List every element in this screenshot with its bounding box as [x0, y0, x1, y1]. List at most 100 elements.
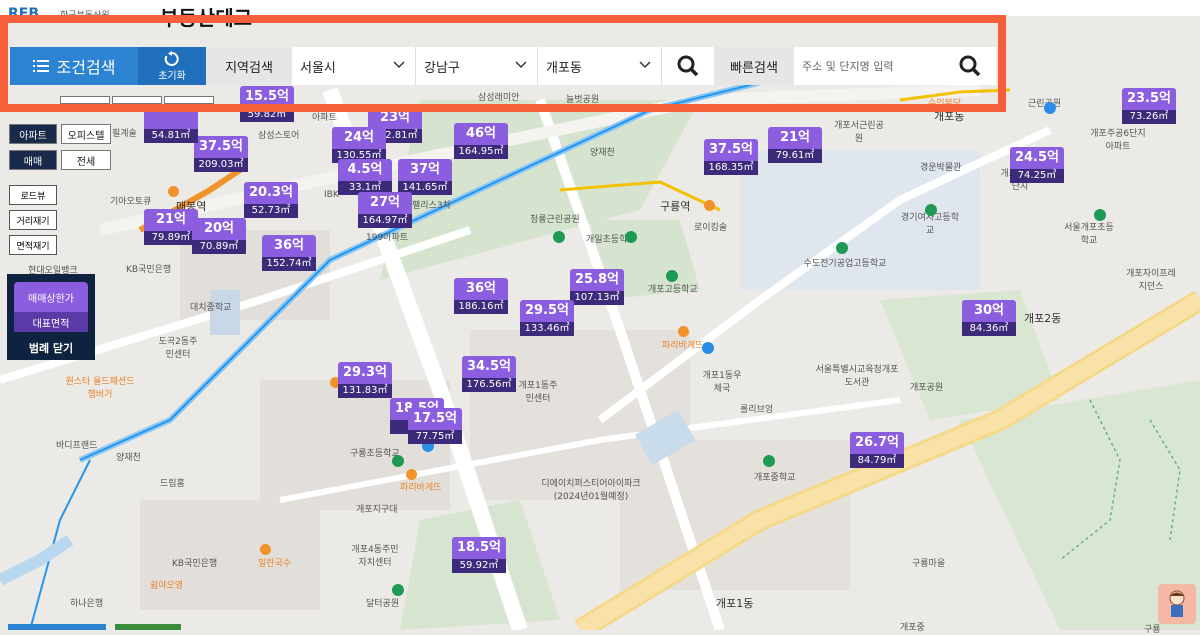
bottom-tab-blue[interactable] [8, 624, 106, 630]
district-select[interactable]: 강남구 [416, 47, 538, 85]
marker-area: 70.89㎡ [192, 240, 246, 254]
price-marker[interactable]: 25.8억 107.13㎡ [570, 269, 624, 305]
control-top-2[interactable] [112, 96, 162, 104]
price-marker[interactable]: 21억 79.89㎡ [144, 209, 198, 245]
label-yangjae: 양재천 [590, 148, 615, 158]
marker-area: 74.25㎡ [1010, 169, 1064, 183]
label-dreamhome: 드림홈 [160, 479, 185, 489]
label-apt-a: 아파트 [312, 113, 337, 123]
price-marker[interactable]: 21억 79.61㎡ [768, 127, 822, 163]
mascot-icon[interactable] [1158, 584, 1196, 624]
price-marker[interactable]: 37.5억 168.35㎡ [704, 139, 758, 175]
price-marker[interactable]: 15.5억 59.82㎡ [240, 86, 294, 122]
marker-price: 21억 [768, 127, 822, 149]
search-bar: 조건검색 초기화 지역검색 서울시 강남구 개포동 빠른검색 주소 및 단지명 … [10, 47, 996, 85]
apartment-toggle[interactable]: 아파트 [9, 124, 57, 144]
price-marker[interactable]: 37.5억 209.03㎡ [194, 136, 248, 172]
label-milan: 밀란국수 [258, 559, 292, 569]
marker-price: 20.3억 [244, 182, 298, 204]
label-raemian: 삼성래미안 [478, 93, 520, 103]
price-marker[interactable]: 24.5억 74.25㎡ [1010, 147, 1064, 183]
label-gaepodong: 개포동 [934, 110, 965, 123]
label-museum: 경운박물관 [920, 163, 962, 173]
price-marker[interactable]: 36억 186.16㎡ [454, 278, 508, 314]
price-marker[interactable]: 20억 70.89㎡ [192, 218, 246, 254]
condition-search-button[interactable]: 조건검색 [10, 47, 138, 85]
marker-price: 17.5억 [408, 408, 462, 430]
label-guryong-village: 구룡마을 [912, 559, 946, 569]
label-daechi-middle: 대치중학교 [190, 303, 232, 313]
area-measure-button[interactable]: 면적재기 [9, 235, 57, 255]
price-marker[interactable]: 27억 164.97㎡ [358, 192, 412, 228]
quick-search-input[interactable]: 주소 및 단지명 입력 [794, 47, 944, 85]
price-marker[interactable]: 26.7억 84.79㎡ [850, 432, 904, 468]
school-icon [1094, 209, 1106, 221]
label-ibk: IBK [324, 190, 339, 200]
label-gaepo1-center: 개포1동주민센터 [518, 381, 558, 404]
price-marker[interactable]: 20.3억 52.73㎡ [244, 182, 298, 218]
price-marker[interactable]: 37억 141.65㎡ [398, 159, 452, 195]
district-value: 강남구 [424, 60, 460, 76]
sale-toggle[interactable]: 매매 [9, 150, 57, 170]
officetel-toggle[interactable]: 오피스텔 [61, 124, 111, 144]
subway-station-icon [168, 186, 179, 197]
control-top-1[interactable] [60, 96, 110, 104]
school-icon [666, 270, 678, 282]
label-gaepo-middle: 개포중학교 [754, 473, 796, 483]
reset-button[interactable]: 초기화 [138, 47, 206, 85]
chevron-down-icon [515, 61, 527, 69]
bakery-icon [678, 326, 689, 337]
roadview-button[interactable]: 로드뷰 [9, 185, 57, 205]
control-top-3[interactable] [164, 96, 214, 104]
label-samsung: 삼성스토어 [258, 131, 300, 141]
label-cheongryong-park: 청룡근린공원 [530, 215, 580, 225]
marker-area: 107.13㎡ [570, 291, 624, 305]
price-marker[interactable]: 54.81㎡ [144, 107, 198, 143]
price-marker[interactable]: 29.3억 131.83㎡ [338, 362, 392, 398]
marker-area: 168.35㎡ [704, 161, 758, 175]
map-canvas[interactable] [0, 0, 1200, 630]
jeonse-toggle[interactable]: 전세 [61, 150, 111, 170]
bottom-tab-green[interactable] [115, 624, 181, 630]
label-the-h-ipark: 디에이치퍼스티어아이파크(2024년01월예정) [541, 479, 641, 502]
label-gaepo-middle-2: 개포중 [900, 623, 925, 633]
region-search-button[interactable] [662, 47, 714, 85]
school-icon [625, 231, 637, 243]
label-kb-bank-2: KB국민은행 [172, 559, 218, 569]
marker-area: 164.97㎡ [358, 214, 412, 228]
label-gaepo1dong: 개포1동 [716, 597, 754, 610]
region-search-label: 지역검색 [206, 47, 292, 85]
marker-price: 20억 [192, 218, 246, 240]
city-value: 서울시 [300, 60, 336, 76]
label-paris-baguette: 파리바게뜨 [400, 483, 442, 493]
price-marker[interactable]: 23.5억 73.26㎡ [1122, 88, 1176, 124]
marker-area: 133.46㎡ [520, 322, 574, 336]
marker-area: 186.16㎡ [454, 300, 508, 314]
distance-button[interactable]: 거리재기 [9, 210, 57, 230]
label-gaepo-high: 개포고등학교 [648, 285, 698, 295]
marker-price: 18.5억 [452, 537, 506, 559]
label-yangjae-2: 양재천 [116, 453, 141, 463]
price-marker[interactable]: 36억 152.74㎡ [262, 235, 316, 271]
dong-select[interactable]: 개포동 [538, 47, 662, 85]
quick-search-button[interactable] [944, 47, 996, 85]
price-marker[interactable]: 18.5억 59.92㎡ [452, 537, 506, 573]
label-park-neulbeot: 늘벗공원 [566, 95, 600, 105]
city-select[interactable]: 서울시 [292, 47, 416, 85]
dong-value: 개포동 [546, 60, 582, 76]
site-logo[interactable]: REB [8, 6, 39, 22]
price-marker[interactable]: 24억 130.55㎡ [332, 127, 386, 163]
label-bodyfriend: 바디프랜드 [56, 441, 98, 451]
price-marker[interactable]: 34.5억 176.56㎡ [462, 356, 516, 392]
search-icon [959, 55, 981, 77]
legend-close-button[interactable]: 범례 닫기 [7, 338, 95, 358]
price-marker[interactable]: 46억 164.95㎡ [454, 123, 508, 159]
map-background [0, 0, 1200, 630]
price-marker[interactable]: 4.5억 33.1㎡ [338, 159, 392, 195]
condition-search-label: 조건검색 [56, 58, 116, 77]
label-hana-bank: 하나은행 [70, 599, 104, 609]
price-marker[interactable]: 30억 84.36㎡ [962, 300, 1016, 336]
price-marker[interactable]: 29.5억 133.46㎡ [520, 300, 574, 336]
price-marker[interactable]: 17.5억 77.75㎡ [408, 408, 462, 444]
label-gaepo4-center: 개포4동주민자치센터 [351, 545, 399, 568]
